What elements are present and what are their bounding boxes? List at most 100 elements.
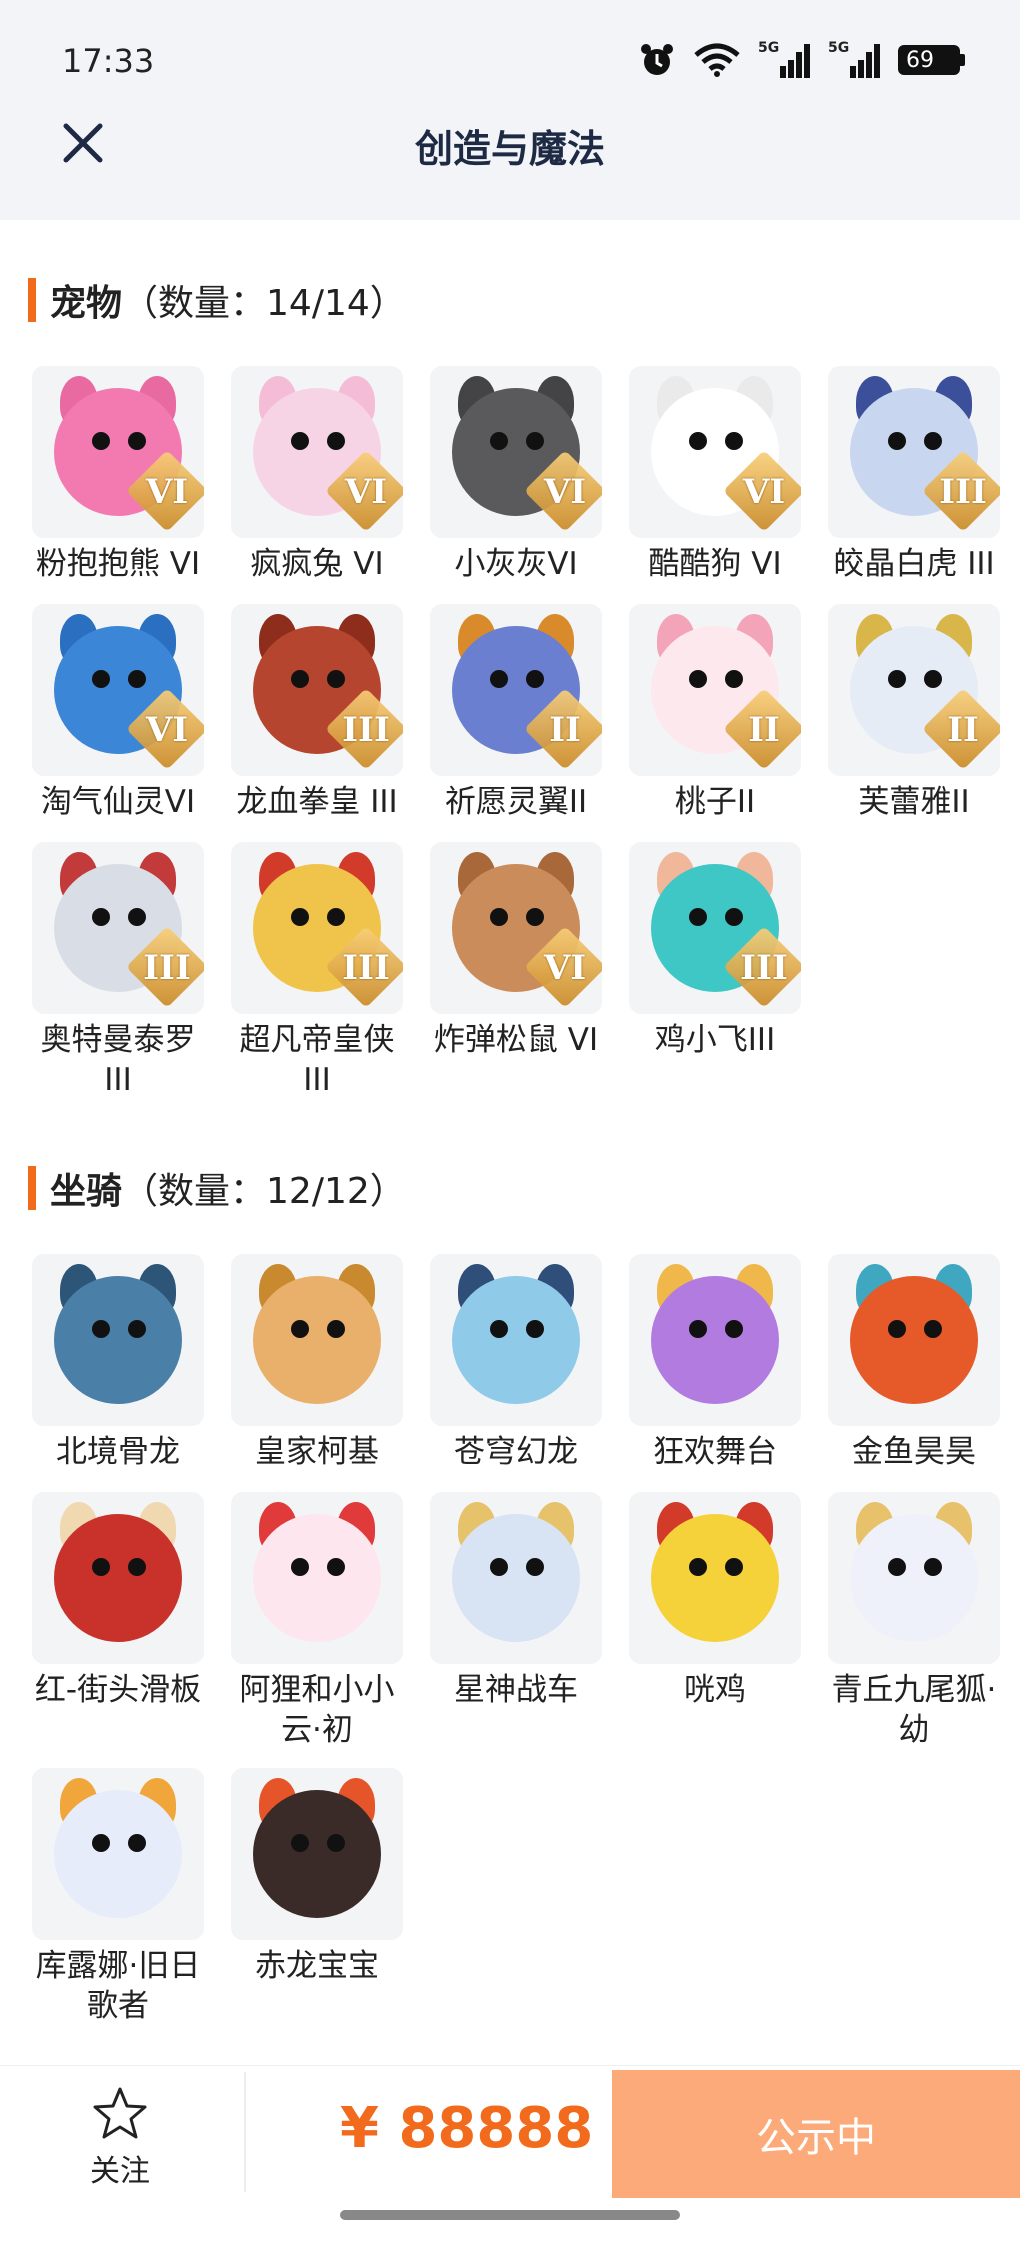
section-accent (28, 278, 36, 322)
rank-badge-text: II (947, 710, 979, 750)
pets-item[interactable]: III 超凡帝皇侠III (227, 842, 407, 1100)
pets-thumbnail: VI (430, 366, 602, 538)
mounts-thumbnail (629, 1492, 801, 1664)
mounts-label: 北境骨龙 (56, 1434, 180, 1470)
pets-label: 粉抱抱熊 VI (35, 546, 201, 582)
mounts-thumbnail (828, 1492, 1000, 1664)
header: 17:33 5G 5G 69 创造与魔法 (0, 0, 1020, 220)
character-eye (490, 1320, 508, 1338)
rank-badge-text: III (740, 948, 788, 988)
pets-item[interactable]: III 龙血拳皇 III (227, 604, 407, 822)
character-eye (291, 908, 309, 926)
rank-badge-text: II (748, 710, 780, 750)
character-eye (92, 670, 110, 688)
mounts-thumbnail (32, 1254, 204, 1426)
mounts-item[interactable]: 皇家柯基 (227, 1254, 407, 1472)
pets-item[interactable]: II 桃子II (625, 604, 805, 822)
character-eye (327, 670, 345, 688)
character-eye (128, 432, 146, 450)
character-eye (327, 1834, 345, 1852)
battery-icon: 69 (898, 45, 965, 75)
pets-item[interactable]: III 奥特曼泰罗III (28, 842, 208, 1100)
star-icon (93, 2087, 147, 2139)
character-eye (924, 670, 942, 688)
character-eye (92, 1558, 110, 1576)
character-eye (526, 670, 544, 688)
pets-label: 疯疯兔 VI (250, 546, 384, 582)
mounts-thumbnail (828, 1254, 1000, 1426)
mounts-label: 狂欢舞台 (653, 1434, 777, 1470)
pets-label: 龙血拳皇 III (236, 784, 398, 820)
mounts-item[interactable]: 库露娜·旧日歌者 (28, 1768, 208, 2026)
rank-badge-text: III (143, 948, 191, 988)
mounts-item[interactable]: 苍穹幻龙 (426, 1254, 606, 1472)
follow-button[interactable]: 关注 (60, 2086, 180, 2190)
mounts-label: 咣鸡 (684, 1672, 746, 1708)
pets-item[interactable]: VI 酷酷狗 VI (625, 366, 805, 584)
character-face (651, 1276, 779, 1404)
character-eye (92, 1834, 110, 1852)
mounts-item[interactable]: 咣鸡 (625, 1492, 805, 1710)
pets-label: 祈愿灵翼II (444, 784, 588, 820)
mounts-thumbnail (32, 1768, 204, 1940)
pets-item[interactable]: VI 疯疯兔 VI (227, 366, 407, 584)
character-eye (526, 908, 544, 926)
pets-item[interactable]: III 鸡小飞III (625, 842, 805, 1060)
mounts-item[interactable]: 红-街头滑板 (28, 1492, 208, 1710)
pets-thumbnail: II (430, 604, 602, 776)
home-indicator (340, 2210, 680, 2220)
pets-item[interactable]: VI 炸弹松鼠 VI (426, 842, 606, 1060)
rank-badge-text: VI (145, 710, 189, 750)
character-eye (689, 432, 707, 450)
mounts-item[interactable]: 金鱼昊昊 (824, 1254, 1004, 1472)
pets-item[interactable]: II 祈愿灵翼II (426, 604, 606, 822)
mounts-thumbnail (231, 1492, 403, 1664)
character-eye (490, 908, 508, 926)
pets-thumbnail: III (629, 842, 801, 1014)
pets-thumbnail: II (828, 604, 1000, 776)
character-face (253, 1790, 381, 1918)
mounts-label: 赤龙宝宝 (255, 1948, 379, 1984)
character-eye (526, 1320, 544, 1338)
mounts-label: 阿狸和小小云·初 (239, 1672, 395, 1748)
character-eye (526, 432, 544, 450)
character-face (253, 1276, 381, 1404)
character-eye (725, 1320, 743, 1338)
character-eye (689, 670, 707, 688)
pets-item[interactable]: II 芙蕾雅II (824, 604, 1004, 822)
mounts-label: 青丘九尾狐·幼 (831, 1672, 997, 1748)
pets-section-title: 宠物 （数量：14/14） (28, 277, 406, 324)
pets-thumbnail: VI (430, 842, 602, 1014)
character-eye (490, 670, 508, 688)
character-eye (291, 1320, 309, 1338)
character-eye (888, 1320, 906, 1338)
pets-item[interactable]: III 皎晶白虎 III (824, 366, 1004, 584)
character-eye (689, 908, 707, 926)
mounts-item[interactable]: 星神战车 (426, 1492, 606, 1710)
pets-thumbnail: III (32, 842, 204, 1014)
mounts-item[interactable]: 北境骨龙 (28, 1254, 208, 1472)
mounts-item[interactable]: 狂欢舞台 (625, 1254, 805, 1472)
pets-label: 小灰灰VI (454, 546, 578, 582)
character-eye (725, 908, 743, 926)
pets-label: 淘气仙灵VI (40, 784, 196, 820)
pets-item[interactable]: VI 粉抱抱熊 VI (28, 366, 208, 584)
character-eye (888, 432, 906, 450)
rank-badge-text: VI (543, 472, 587, 512)
page-title: 创造与魔法 (414, 127, 605, 171)
character-eye (924, 432, 942, 450)
character-face (452, 1514, 580, 1642)
pets-item[interactable]: VI 小灰灰VI (426, 366, 606, 584)
mounts-item[interactable]: 青丘九尾狐·幼 (824, 1492, 1004, 1750)
mounts-item[interactable]: 赤龙宝宝 (227, 1768, 407, 1986)
pets-thumbnail: III (231, 842, 403, 1014)
publicity-button[interactable]: 公示中 (612, 2070, 1020, 2198)
rank-badge-text: VI (344, 472, 388, 512)
signal-icon-1: 5G (758, 40, 810, 78)
pets-item[interactable]: VI 淘气仙灵VI (28, 604, 208, 822)
character-eye (490, 1558, 508, 1576)
character-eye (291, 432, 309, 450)
mounts-label: 皇家柯基 (255, 1434, 379, 1470)
character-eye (924, 1558, 942, 1576)
mounts-item[interactable]: 阿狸和小小云·初 (227, 1492, 407, 1750)
